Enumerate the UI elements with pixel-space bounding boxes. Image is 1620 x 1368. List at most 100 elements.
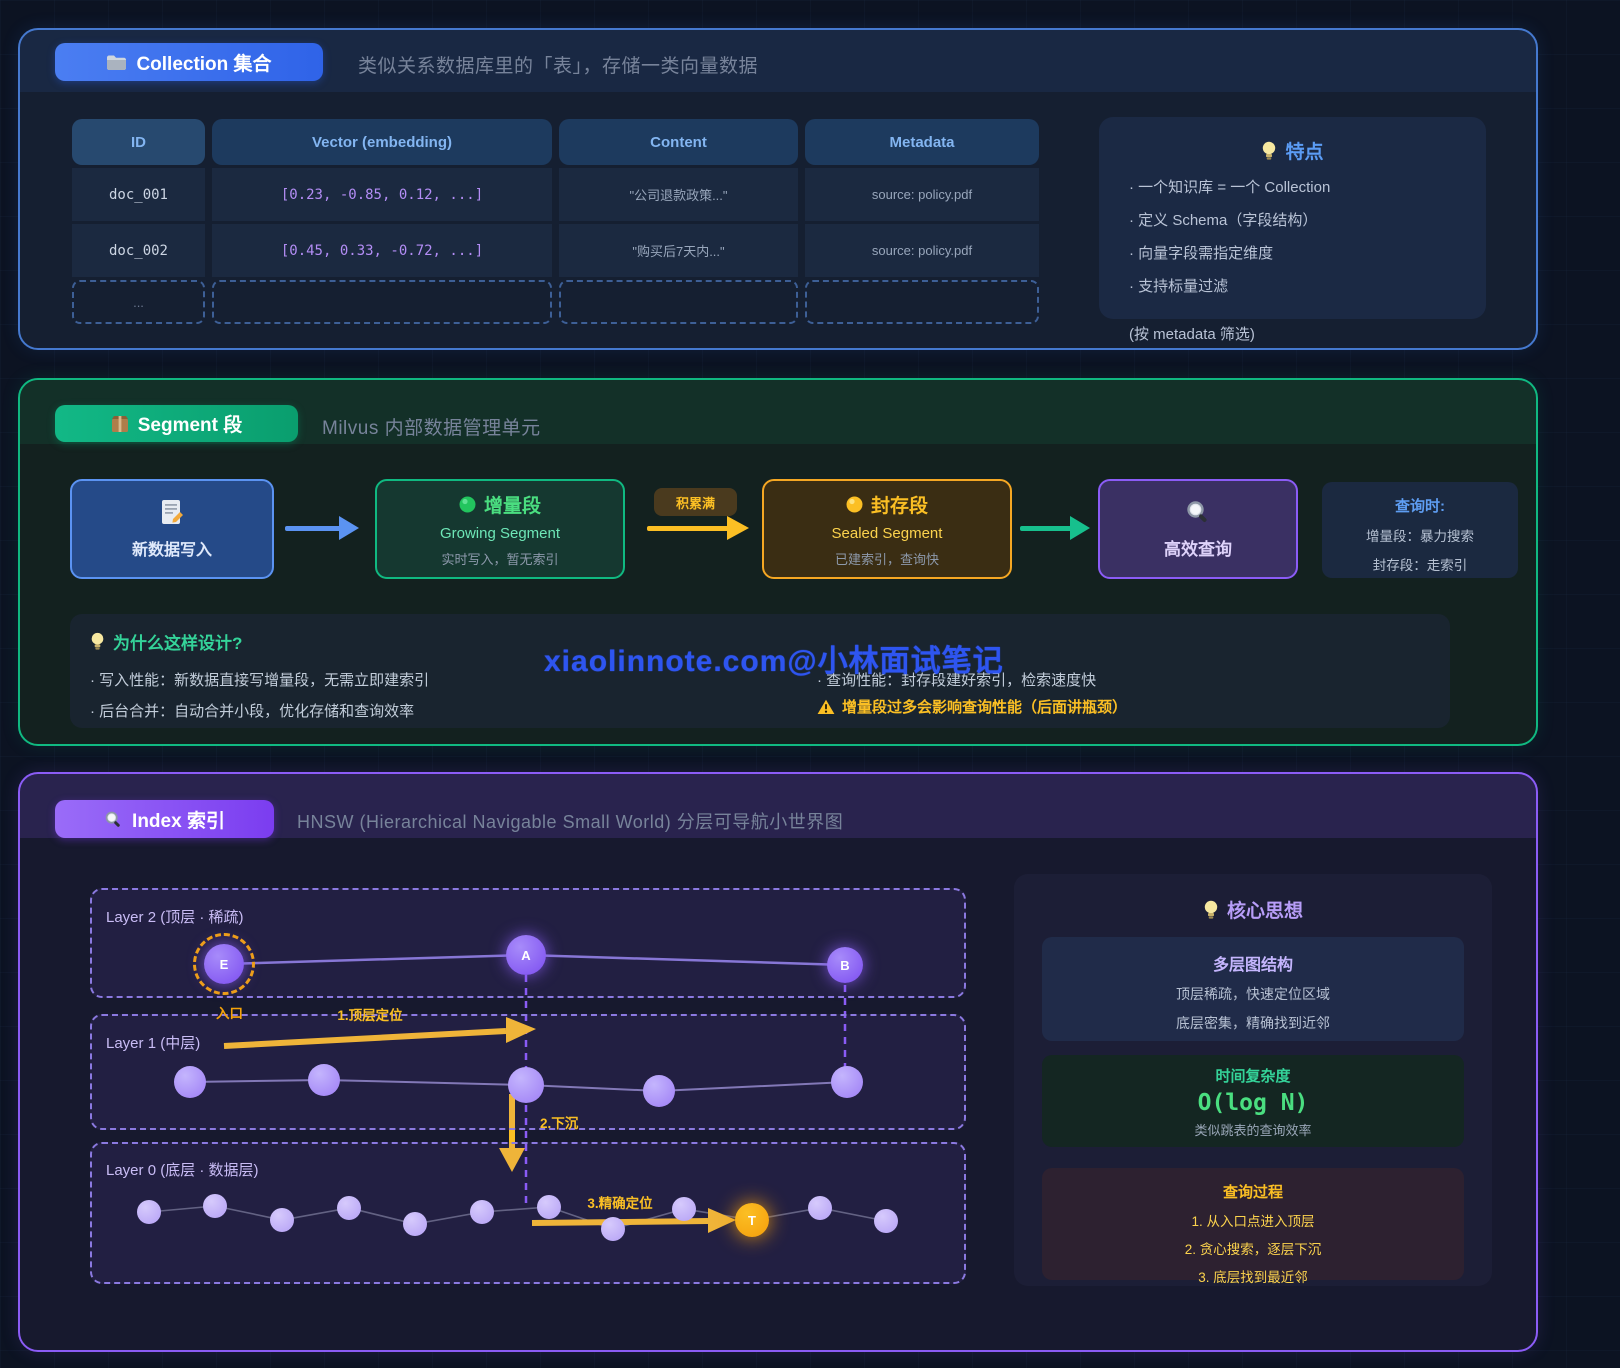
flow-arrowhead — [339, 516, 359, 540]
write-box-label: 新数据写入 — [132, 536, 212, 560]
bulb-icon — [1261, 141, 1277, 161]
graph-node — [403, 1212, 427, 1236]
table-more-cell: ... — [72, 280, 205, 324]
collection-badge: Collection 集合 — [55, 43, 323, 81]
watermark: xiaolinnote.com@小林面试笔记 — [544, 636, 1004, 680]
query-info-line: 封存段：走索引 — [1322, 554, 1518, 574]
growing-segment-box: 增量段 Growing Segment 实时写入，暂无索引 — [375, 479, 625, 579]
sealed-segment-box: 封存段 Sealed Segment 已建索引，查询快 — [762, 479, 1012, 579]
graph-node — [672, 1197, 696, 1221]
memo-icon — [159, 499, 185, 527]
flow-arrowhead — [1070, 516, 1090, 540]
step1-annotation: 1.顶层定位 — [337, 1004, 402, 1024]
green-dot-icon — [459, 496, 476, 513]
index-badge-label: Index 索引 — [132, 806, 225, 833]
flow-arrow-sealed-to-query — [1020, 526, 1072, 531]
features-footnote: (按 metadata 筛选) — [1129, 323, 1255, 344]
rationale-warning: 增量段过多会影响查询性能（后面讲瓶颈） — [817, 696, 1127, 717]
query-box-label: 高效查询 — [1164, 535, 1232, 560]
bulb-icon — [90, 632, 105, 651]
folder-icon — [106, 54, 127, 71]
collection-table: ID Vector (embedding) Content Metadata d… — [72, 119, 1045, 324]
feature-item: · 支持标量过滤 — [1129, 275, 1486, 296]
package-icon — [111, 415, 129, 433]
graph-node — [537, 1195, 561, 1219]
table-cell: [0.23, -0.85, 0.12, ...] — [212, 168, 552, 221]
graph-node-entry: E — [204, 944, 244, 984]
graph-node — [831, 1066, 863, 1098]
graph-node — [203, 1194, 227, 1218]
milvus-infographic: Collection 集合 类似关系数据库里的「表」，存储一类向量数据 ID V… — [0, 0, 1620, 1368]
growing-desc: 实时写入，暂无索引 — [441, 549, 558, 568]
table-header-metadata: Metadata — [805, 119, 1039, 165]
graph-node-a: A — [506, 935, 546, 975]
graph-node — [137, 1200, 161, 1224]
core-ideas-sidebar: 核心思想 多层图结构 顶层稀疏，快速定位区域 底层密集，精确找到近邻 时间复杂度… — [1014, 874, 1492, 1286]
graph-node — [808, 1196, 832, 1220]
layer2-label: Layer 2 (顶层 · 稀疏) — [106, 906, 244, 927]
query-process-card: 查询过程 1. 从入口点进入顶层 2. 贪心搜索，逐层下沉 3. 底层找到最近邻 — [1042, 1168, 1464, 1280]
query-info-line: 增量段：暴力搜索 — [1322, 525, 1518, 545]
entry-annotation: 入口 — [216, 1002, 243, 1022]
feature-item: · 定义 Schema（字段结构） — [1129, 209, 1486, 230]
index-badge: Index 索引 — [55, 800, 274, 838]
table-cell: [0.45, 0.33, -0.72, ...] — [212, 224, 552, 277]
yellow-dot-icon — [846, 496, 863, 513]
table-cell: source: policy.pdf — [805, 168, 1039, 221]
graph-node — [308, 1064, 340, 1096]
time-complexity-card: 时间复杂度 O(log N) 类似跳表的查询效率 — [1042, 1055, 1464, 1147]
growing-title: 增量段 — [484, 491, 541, 518]
table-cell: doc_001 — [72, 168, 205, 221]
collection-badge-label: Collection 集合 — [136, 49, 271, 76]
table-header-content: Content — [559, 119, 798, 165]
search-icon — [1185, 499, 1211, 525]
graph-node-b: B — [827, 947, 863, 983]
table-more-cell — [559, 280, 798, 324]
graph-node — [601, 1217, 625, 1241]
sealed-en: Sealed Segment — [832, 525, 943, 542]
table-more-cell — [805, 280, 1039, 324]
index-subtitle: HNSW (Hierarchical Navigable Small World… — [297, 808, 843, 834]
features-card: 特点 · 一个知识库 = 一个 Collection · 定义 Schema（字… — [1099, 117, 1486, 319]
query-info-title: 查询时: — [1322, 495, 1518, 516]
step2-annotation: 2.下沉 — [540, 1112, 578, 1132]
table-cell: source: policy.pdf — [805, 224, 1039, 277]
warning-icon — [817, 699, 835, 715]
sealed-title: 封存段 — [871, 491, 928, 518]
table-cell: "购买后7天内..." — [559, 224, 798, 277]
feature-item: · 一个知识库 = 一个 Collection — [1129, 176, 1486, 197]
segment-badge-label: Segment 段 — [138, 410, 243, 437]
table-cell: doc_002 — [72, 224, 205, 277]
graph-node — [174, 1066, 206, 1098]
complexity-value: O(log N) — [1042, 1090, 1464, 1116]
bulb-icon — [1203, 900, 1219, 920]
segment-panel: Segment 段 Milvus 内部数据管理单元 新数据写入 增量段 Grow… — [18, 378, 1538, 746]
search-icon — [104, 810, 123, 829]
table-header-vector: Vector (embedding) — [212, 119, 552, 165]
multilayer-structure-card: 多层图结构 顶层稀疏，快速定位区域 底层密集，精确找到近邻 — [1042, 937, 1464, 1041]
graph-node — [874, 1209, 898, 1233]
flow-arrow-write-to-growing — [285, 526, 341, 531]
graph-node — [643, 1075, 675, 1107]
layer1-label: Layer 1 (中层) — [106, 1032, 200, 1053]
step3-annotation: 3.精确定位 — [587, 1192, 652, 1212]
segment-badge: Segment 段 — [55, 405, 298, 442]
layer0-label: Layer 0 (底层 · 数据层) — [106, 1159, 259, 1180]
flow-arrow-growing-to-sealed — [647, 526, 729, 531]
graph-node — [337, 1196, 361, 1220]
features-title: 特点 — [1099, 117, 1486, 164]
index-panel: Index 索引 HNSW (Hierarchical Navigable Sm… — [18, 772, 1538, 1352]
design-rationale-title: 为什么这样设计? — [90, 629, 242, 654]
collection-subtitle: 类似关系数据库里的「表」，存储一类向量数据 — [358, 51, 758, 78]
table-header-id: ID — [72, 119, 205, 165]
segment-subtitle: Milvus 内部数据管理单元 — [322, 413, 541, 440]
rationale-item: · 写入性能：新数据直接写增量段，无需立即建索引 — [90, 669, 429, 690]
growing-en: Growing Segment — [440, 525, 560, 542]
sealed-desc: 已建索引，查询快 — [835, 549, 939, 568]
new-data-write-box: 新数据写入 — [70, 479, 274, 579]
table-cell: "公司退款政策..." — [559, 168, 798, 221]
query-info-card: 查询时: 增量段：暴力搜索 封存段：走索引 — [1322, 482, 1518, 578]
collection-panel: Collection 集合 类似关系数据库里的「表」，存储一类向量数据 ID V… — [18, 28, 1538, 350]
full-badge: 积累满 — [654, 488, 737, 516]
rationale-item: · 后台合并：自动合并小段，优化存储和查询效率 — [90, 700, 414, 721]
